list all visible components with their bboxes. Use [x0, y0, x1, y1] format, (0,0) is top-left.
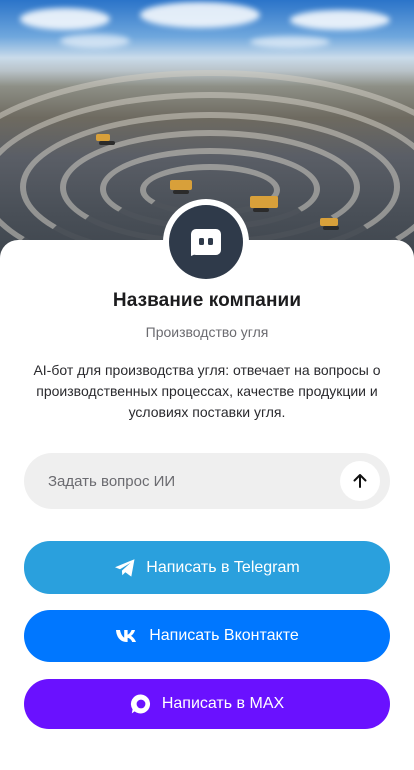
send-button[interactable]: [340, 461, 380, 501]
vk-icon: [115, 628, 139, 644]
avatar: [163, 199, 249, 285]
chat-bot-icon: [169, 205, 243, 279]
max-icon: [130, 693, 152, 715]
vk-button[interactable]: Написать Вконтакте: [24, 610, 390, 662]
ask-ai-field: [24, 453, 390, 509]
company-description: AI-бот для производства угля: отвечает н…: [33, 362, 381, 420]
telegram-button[interactable]: Написать в Telegram: [24, 541, 390, 594]
company-name: Название компании: [112, 290, 302, 311]
telegram-icon: [114, 558, 136, 578]
telegram-button-label: Написать в Telegram: [146, 558, 300, 576]
company-category: Производство угля: [145, 324, 269, 340]
ask-ai-input[interactable]: [24, 453, 340, 509]
max-button-label: Написать в MAX: [161, 695, 285, 712]
max-button[interactable]: Написать в MAX: [24, 679, 390, 729]
arrow-up-icon: [353, 474, 367, 488]
vk-button-label: Написать Вконтакте: [149, 627, 299, 644]
